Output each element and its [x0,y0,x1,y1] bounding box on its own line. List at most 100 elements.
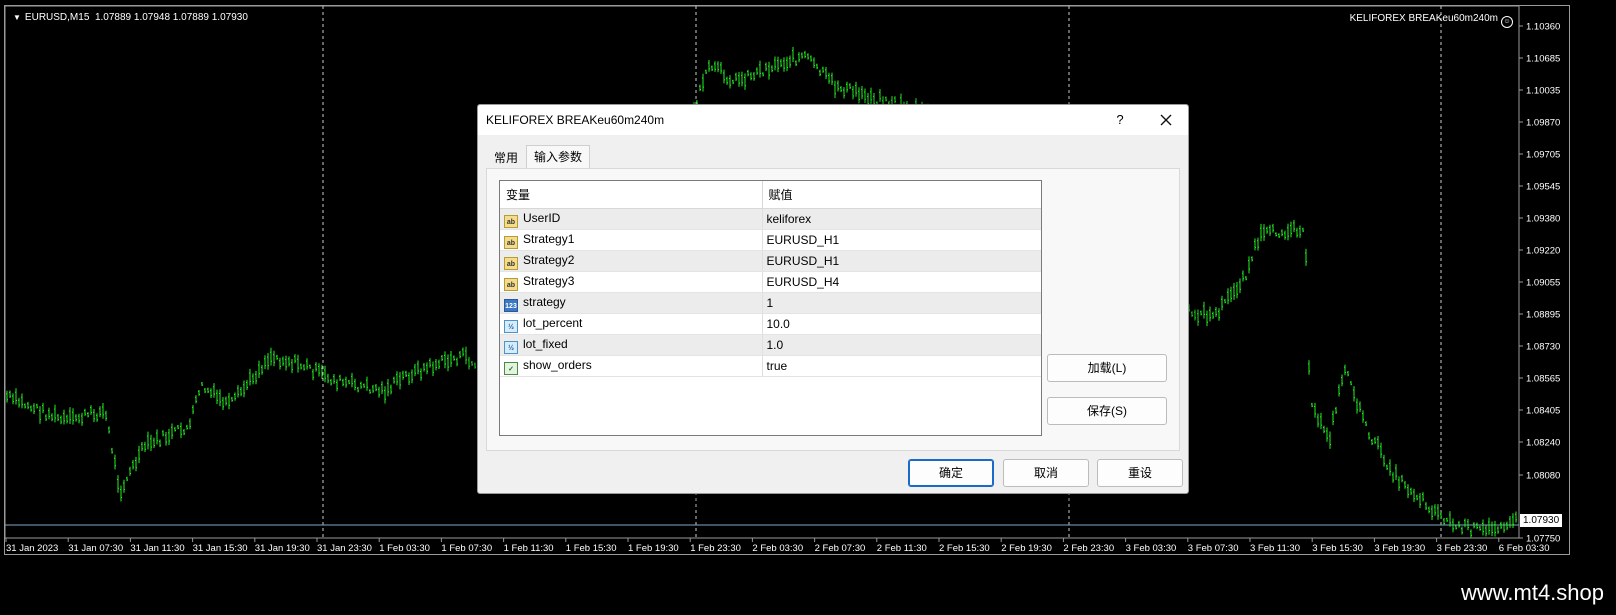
cancel-button[interactable]: 取消 [1003,459,1089,487]
watermark: www.mt4.shop [1460,580,1604,605]
price-label: 1.09055 [1526,278,1560,289]
time-label: 3 Feb 03:30 [1126,543,1177,554]
table-header-row: 变量 赋值 [500,181,1041,209]
column-header-variable[interactable]: 变量 [500,181,763,209]
tab-common[interactable]: 常用 [486,147,526,169]
param-name: Strategy2 [523,252,575,267]
param-name-cell[interactable]: ab Strategy2 [500,250,763,272]
time-label: 31 Jan 23:30 [317,543,372,554]
dialog-tabs: 常用 输入参数 [486,145,591,169]
param-name-cell[interactable]: 123 strategy [500,292,763,314]
time-label: 3 Feb 15:30 [1312,543,1363,554]
price-label: 1.08240 [1526,438,1560,449]
param-value-cell[interactable]: 1.0 [762,334,1041,356]
expert-advisor-label[interactable]: KELIFOREX BREAKeu60m240m ☺ [1350,13,1513,28]
param-name: UserID [523,210,561,225]
table-row[interactable]: 123 strategy 1 [500,292,1041,314]
string-type-icon: ab [504,214,518,228]
tab-inputs[interactable]: 输入参数 [526,145,591,169]
price-label: 1.08405 [1526,406,1560,417]
close-button[interactable] [1152,109,1180,131]
price-label: 1.08895 [1526,310,1560,321]
time-label: 1 Feb 07:30 [441,543,492,554]
param-value-cell[interactable]: EURUSD_H1 [762,229,1041,251]
param-name-cell[interactable]: ✓ show_orders [500,355,763,377]
ea-name: KELIFOREX BREAKeu60m240m [1349,13,1498,24]
param-value-cell[interactable]: keliforex [762,208,1041,230]
param-name-cell[interactable]: ½ lot_percent [500,313,763,335]
dialog-title: KELIFOREX BREAKeu60m240m [486,113,665,127]
reset-button[interactable]: 重设 [1097,459,1183,487]
param-name: strategy [523,294,566,309]
table-row[interactable]: ab Strategy1 EURUSD_H1 [500,229,1041,251]
double-type-icon: ½ [504,319,518,333]
param-name: lot_fixed [523,336,568,351]
param-name-cell[interactable]: ab Strategy3 [500,271,763,293]
help-button[interactable]: ? [1108,110,1132,130]
table-row[interactable]: ab UserID keliforex [500,208,1041,230]
price-label: 1.10035 [1526,86,1560,97]
param-value-cell[interactable]: 10.0 [762,313,1041,335]
param-name-cell[interactable]: ab Strategy1 [500,229,763,251]
param-name: show_orders [523,357,592,372]
price-label: 1.09380 [1526,214,1560,225]
load-button[interactable]: 加载(L) [1047,354,1167,382]
time-label: 31 Jan 19:30 [255,543,310,554]
inputs-panel: 变量 赋值 ab UserID keliforex ab Strategy1 EUR… [486,168,1180,451]
time-label: 2 Feb 15:30 [939,543,990,554]
price-label: 1.10685 [1526,54,1560,65]
current-price-tag: 1.07930 [1520,514,1563,527]
time-label: 2 Feb 07:30 [815,543,866,554]
param-value-cell[interactable]: EURUSD_H4 [762,271,1041,293]
time-label: 1 Feb 11:30 [504,543,554,554]
table-row[interactable]: ab Strategy3 EURUSD_H4 [500,271,1041,293]
time-label: 31 Jan 11:30 [130,543,184,554]
time-label: 2 Feb 23:30 [1063,543,1114,554]
table-row[interactable]: ½ lot_percent 10.0 [500,313,1041,335]
time-label: 31 Jan 15:30 [193,543,248,554]
time-label: 6 Feb 03:30 [1499,543,1550,554]
dialog-title-bar[interactable]: KELIFOREX BREAKeu60m240m ? [478,105,1188,135]
price-label: 1.09705 [1526,150,1560,161]
time-label: 2 Feb 11:30 [877,543,927,554]
price-label: 1.08565 [1526,374,1560,385]
param-value-cell[interactable]: true [762,355,1041,377]
time-label: 1 Feb 15:30 [566,543,617,554]
chart-header: ▼ EURUSD,M15 1.07889 1.07948 1.07889 1.07… [13,12,248,23]
string-type-icon: ab [504,277,518,291]
ok-button[interactable]: 确定 [908,459,994,487]
table-row[interactable]: ✓ show_orders true [500,355,1041,377]
string-type-icon: ab [504,235,518,249]
time-label: 2 Feb 19:30 [1001,543,1052,554]
time-label: 1 Feb 19:30 [628,543,679,554]
integer-type-icon: 123 [504,298,518,312]
param-name: Strategy1 [523,231,575,246]
time-label: 3 Feb 23:30 [1437,543,1488,554]
time-label: 2 Feb 03:30 [752,543,803,554]
price-label: 1.09545 [1526,182,1560,193]
time-label: 31 Jan 2023 [6,543,58,554]
param-name: lot_percent [523,315,583,330]
double-type-icon: ½ [504,340,518,354]
param-name-cell[interactable]: ab UserID [500,208,763,230]
price-label: 1.09870 [1526,118,1560,129]
table-row[interactable]: ab Strategy2 EURUSD_H1 [500,250,1041,272]
param-value-cell[interactable]: EURUSD_H1 [762,250,1041,272]
string-type-icon: ab [504,256,518,270]
table-row[interactable]: ½ lot_fixed 1.0 [500,334,1041,356]
parameters-table: 变量 赋值 ab UserID keliforex ab Strategy1 EUR… [499,180,1042,436]
collapse-triangle-icon[interactable]: ▼ [13,13,21,22]
param-name-cell[interactable]: ½ lot_fixed [500,334,763,356]
price-label: 1.09220 [1526,246,1560,257]
chart-symbol: EURUSD,M15 [24,12,90,23]
time-label: 3 Feb 07:30 [1188,543,1239,554]
smiley-icon: ☺ [1501,16,1513,28]
price-label: 1.08080 [1526,471,1560,482]
time-label: 1 Feb 03:30 [379,543,430,554]
price-label: 1.10360 [1526,22,1560,33]
watermark-bar [0,575,1616,615]
save-button[interactable]: 保存(S) [1047,397,1167,425]
param-value-cell[interactable]: 1 [762,292,1041,314]
column-header-value[interactable]: 赋值 [762,181,1041,209]
chart-ohlc: 1.07889 1.07948 1.07889 1.07930 [94,12,248,23]
